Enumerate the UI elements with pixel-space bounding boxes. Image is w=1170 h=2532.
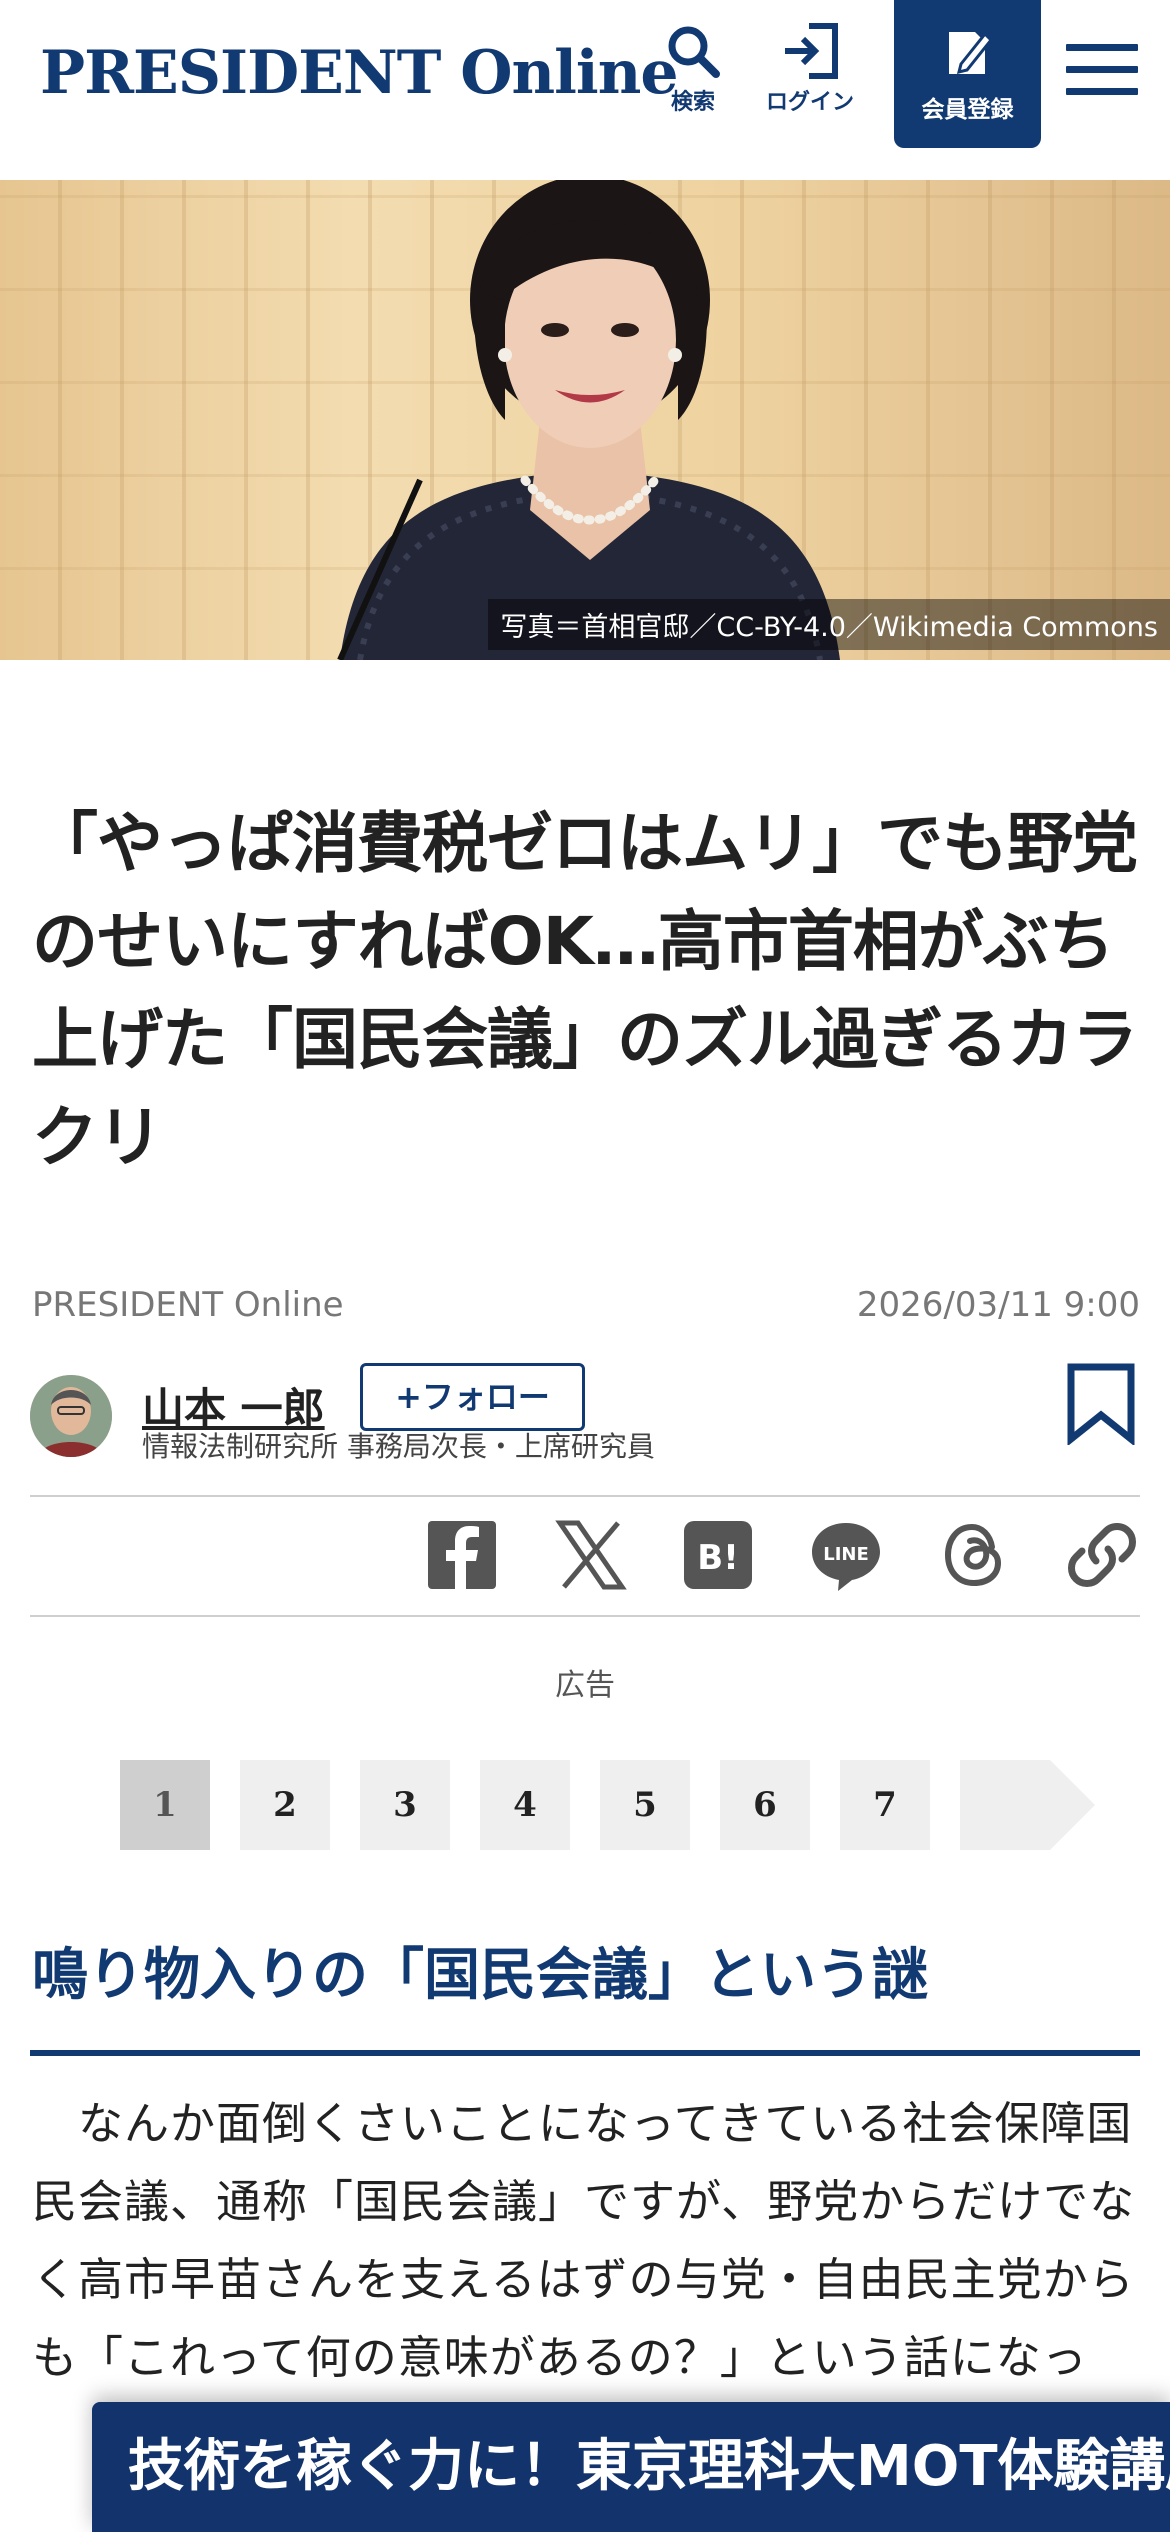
author-block: 山本 一郎 +フォロー 情報法制研究所 事務局次長・上席研究員 xyxy=(30,1363,1140,1470)
page-link-6[interactable]: 6 xyxy=(720,1760,810,1850)
follow-button[interactable]: +フォロー xyxy=(360,1363,585,1431)
author-role: 情報法制研究所 事務局次長・上席研究員 xyxy=(142,1430,655,1463)
article-body: なんか面倒くさいことになってきている社会保障国民会議、通称「国民会議」ですが、野… xyxy=(32,2097,1136,2384)
next-page-arrow-icon[interactable] xyxy=(960,1760,1095,1850)
site-header: PRESIDENT Online 検索 ログイン 会員登録 xyxy=(0,0,1170,180)
pen-document-icon xyxy=(948,31,993,75)
section-divider xyxy=(30,2050,1140,2056)
hero-image: 写真＝首相官邸／CC-BY-4.0／Wikimedia Commons xyxy=(0,180,1170,660)
login-button[interactable]: ログイン xyxy=(755,22,865,132)
article-date: 2026/03/11 9:00 xyxy=(856,1285,1140,1325)
bookmark-icon[interactable] xyxy=(1065,1363,1137,1449)
login-label: ログイン xyxy=(765,90,854,115)
signup-button[interactable]: 会員登録 xyxy=(894,0,1041,148)
search-label: 検索 xyxy=(670,90,715,115)
signup-label: 会員登録 xyxy=(921,97,1014,123)
article-title: 「やっぱ消費税ゼロはムリ」でも野党のせいにすればOK…高市首相がぶち上げた「国民… xyxy=(32,805,1138,1176)
bottom-banner-ad[interactable]: 技術を稼ぐ力に！東京理科大MOT体験講座 xyxy=(92,2402,1170,2532)
svg-text:B!: B! xyxy=(697,1538,738,1578)
search-icon xyxy=(668,26,720,78)
page-link-1[interactable]: 1 xyxy=(120,1760,210,1850)
copy-link-icon[interactable] xyxy=(1064,1517,1140,1593)
facebook-icon[interactable] xyxy=(424,1517,500,1593)
page-link-3[interactable]: 3 xyxy=(360,1760,450,1850)
search-button[interactable]: 検索 xyxy=(638,22,748,132)
section-heading: 鳴り物入りの「国民会議」という謎 xyxy=(32,1943,928,2008)
threads-icon[interactable] xyxy=(936,1517,1012,1593)
hamburger-menu-icon[interactable] xyxy=(1066,44,1138,104)
page-link-2[interactable]: 2 xyxy=(240,1760,330,1850)
hero-photo-person xyxy=(337,180,840,660)
article-source: PRESIDENT Online xyxy=(32,1285,344,1325)
ad-label: 広告 xyxy=(555,1668,615,1703)
x-icon[interactable] xyxy=(552,1517,628,1593)
avatar-photo xyxy=(30,1375,112,1457)
svg-text:LINE: LINE xyxy=(823,1544,869,1565)
share-bar: B! LINE xyxy=(30,1495,1140,1617)
page-link-4[interactable]: 4 xyxy=(480,1760,570,1850)
author-avatar[interactable] xyxy=(30,1375,112,1457)
login-icon xyxy=(785,23,838,79)
page-link-7[interactable]: 7 xyxy=(840,1760,930,1850)
page-link-5[interactable]: 5 xyxy=(600,1760,690,1850)
line-icon[interactable]: LINE xyxy=(808,1517,884,1593)
photo-caption: 写真＝首相官邸／CC-BY-4.0／Wikimedia Commons xyxy=(488,599,1170,650)
site-logo[interactable]: PRESIDENT Online xyxy=(40,38,679,108)
hatena-bookmark-icon[interactable]: B! xyxy=(680,1517,756,1593)
